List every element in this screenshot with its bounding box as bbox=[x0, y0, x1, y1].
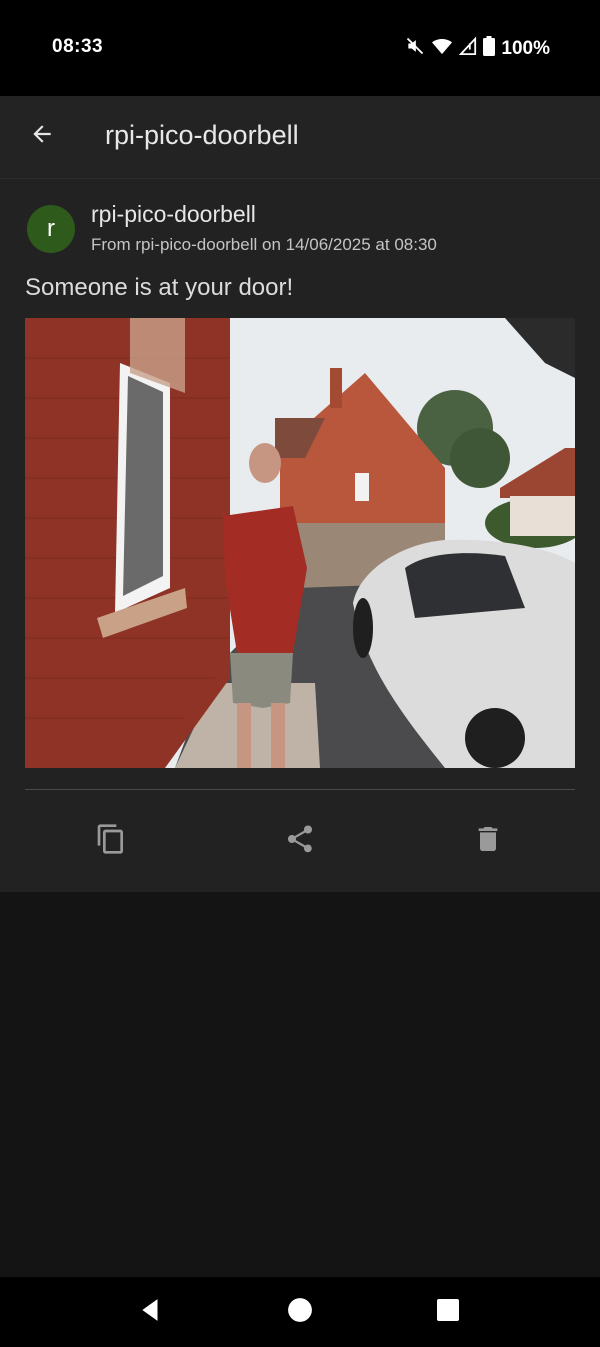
notification-message: Someone is at your door! bbox=[25, 274, 294, 301]
battery-percent: 100% bbox=[501, 38, 550, 59]
nav-home-button[interactable] bbox=[282, 1294, 318, 1330]
copy-icon bbox=[95, 823, 127, 860]
share-button[interactable] bbox=[278, 819, 322, 863]
wifi-icon bbox=[431, 36, 453, 62]
battery-icon bbox=[483, 36, 496, 62]
home-circle-icon bbox=[287, 1297, 313, 1328]
back-button[interactable] bbox=[22, 116, 62, 156]
delete-icon bbox=[472, 823, 504, 860]
status-icons: 100% bbox=[405, 36, 550, 62]
status-time: 08:33 bbox=[52, 36, 104, 57]
navigation-bar bbox=[0, 1277, 600, 1347]
avatar: r bbox=[27, 205, 75, 253]
doorbell-scene bbox=[25, 318, 575, 768]
nav-recents-button[interactable] bbox=[430, 1294, 466, 1330]
mute-icon bbox=[405, 36, 425, 62]
arrow-left-icon bbox=[29, 121, 55, 152]
avatar-letter: r bbox=[47, 215, 55, 242]
back-triangle-icon bbox=[138, 1297, 164, 1328]
notification-meta: From rpi-pico-doorbell on 14/06/2025 at … bbox=[91, 235, 437, 254]
notification-card: r rpi-pico-doorbell From rpi-pico-doorbe… bbox=[0, 179, 600, 892]
status-bar: 08:33 100% bbox=[0, 0, 600, 96]
divider bbox=[25, 789, 575, 790]
copy-button[interactable] bbox=[89, 819, 133, 863]
doorbell-image[interactable] bbox=[25, 318, 575, 768]
notification-title: rpi-pico-doorbell bbox=[91, 201, 256, 227]
nav-back-button[interactable] bbox=[133, 1294, 169, 1330]
signal-icon bbox=[459, 36, 477, 62]
app-bar: rpi-pico-doorbell bbox=[0, 96, 600, 179]
share-icon bbox=[284, 823, 316, 860]
recents-square-icon bbox=[436, 1298, 460, 1327]
page-title: rpi-pico-doorbell bbox=[105, 120, 299, 150]
delete-button[interactable] bbox=[466, 819, 510, 863]
